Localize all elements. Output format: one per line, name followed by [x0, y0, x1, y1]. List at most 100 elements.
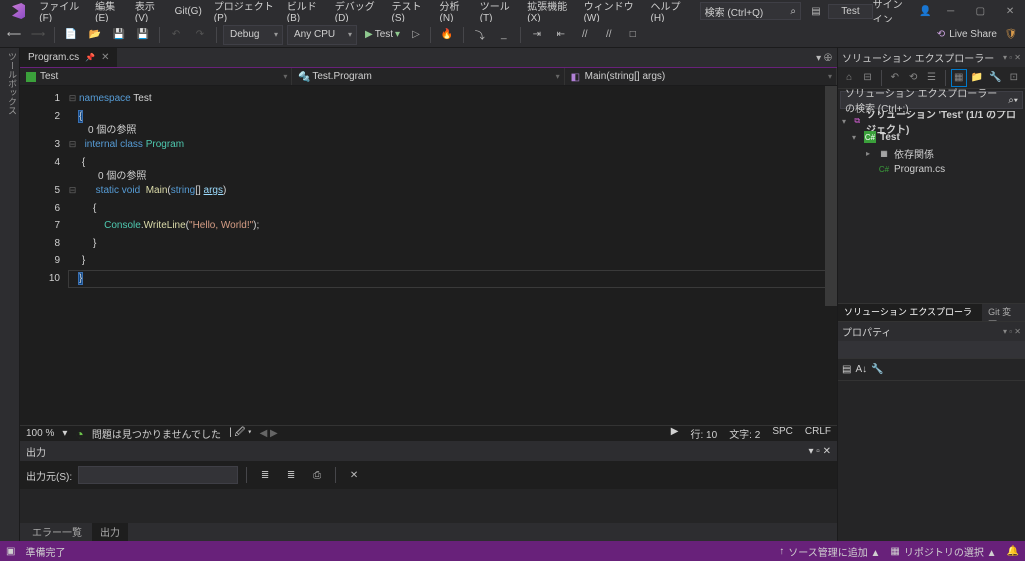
- tree-deps[interactable]: ▸▦依存関係: [838, 145, 1025, 161]
- tab-overflow-icon[interactable]: ▾ 🕀: [811, 48, 837, 68]
- document-tabs: Program.cs 📌 ✕ ▾ 🕀: [20, 48, 837, 68]
- step-icon[interactable]: ⤵: [470, 25, 490, 45]
- fold-icon[interactable]: ⊟: [68, 182, 77, 200]
- bookmark-icon[interactable]: □: [623, 25, 643, 45]
- start-debug-button[interactable]: ▶ Test ▾: [361, 29, 404, 40]
- output-text[interactable]: [20, 489, 837, 523]
- preview-icon[interactable]: ⊡: [1007, 70, 1021, 86]
- nav-class[interactable]: 🔩Test.Program: [292, 68, 564, 85]
- hot-reload-icon[interactable]: 🔥: [437, 25, 457, 45]
- scrollbar[interactable]: [825, 86, 837, 306]
- group-icon[interactable]: ☰: [924, 70, 938, 86]
- editor-column: Program.cs 📌 ✕ ▾ 🕀 Test 🔩Test.Program ◧M…: [20, 48, 837, 541]
- vs-logo-icon: [12, 3, 25, 19]
- open-icon[interactable]: 📂: [85, 25, 105, 45]
- select-repo[interactable]: ▦ リポジトリの選択 ▲: [890, 544, 996, 559]
- line-indicator[interactable]: 行: 10: [691, 426, 718, 441]
- nav-method[interactable]: ◧Main(string[] args): [565, 68, 837, 85]
- props-object-combo[interactable]: [838, 341, 1025, 359]
- code-content[interactable]: ⊟namespace Test { 0 個の参照 ⊟ internal clas…: [68, 86, 837, 425]
- properties-icon[interactable]: 🔧: [988, 70, 1002, 86]
- side-toolbox-tabs[interactable]: ツールボックス: [0, 48, 20, 541]
- health-icon: ◔: [75, 426, 83, 442]
- zoom-level[interactable]: 100 %: [26, 428, 54, 439]
- close-tab-icon[interactable]: ✕: [101, 52, 109, 63]
- add-to-source-control[interactable]: ↑ ソース管理に追加 ▲: [779, 544, 880, 559]
- properties-grid[interactable]: [838, 381, 1025, 541]
- output-source-combo[interactable]: [78, 466, 238, 484]
- output-find-icon[interactable]: ⎙: [307, 465, 327, 485]
- solution-tree[interactable]: ▾⧉ソリューション 'Test' (1/1 のプロジェクト) ▾C#Test ▸…: [838, 111, 1025, 303]
- comment-icon[interactable]: //: [575, 25, 595, 45]
- save-icon[interactable]: 💾: [109, 25, 129, 45]
- global-search-input[interactable]: 検索 (Ctrl+Q) ⌕: [700, 2, 801, 20]
- indent-icon[interactable]: ⇥: [527, 25, 547, 45]
- main-area: ツールボックス Program.cs 📌 ✕ ▾ 🕀 Test 🔩Test.Pr…: [0, 48, 1025, 541]
- start-nodebug-button[interactable]: ▷: [408, 29, 424, 40]
- tab-output[interactable]: 出力: [92, 523, 128, 541]
- minimize-button[interactable]: ─: [940, 1, 962, 21]
- pin-icon[interactable]: ▾ ▫ ✕: [1003, 53, 1021, 62]
- config-combo[interactable]: Debug: [223, 25, 283, 45]
- categorize-icon[interactable]: ▤: [842, 364, 851, 375]
- nav-project[interactable]: Test: [20, 68, 292, 85]
- deps-icon: ▦: [878, 147, 890, 159]
- admin-icon[interactable]: 🛡: [1001, 25, 1021, 45]
- clear-output-icon[interactable]: ≣: [255, 465, 275, 485]
- prop-pages-icon[interactable]: 🔧: [871, 364, 883, 375]
- eol-mode[interactable]: CRLF: [805, 426, 831, 441]
- char-indicator[interactable]: 文字: 2: [729, 426, 760, 441]
- output-toolbar: 出力元(S): ≣ ≣ ⎙ ✕: [20, 461, 837, 489]
- tab-solution-explorer[interactable]: ソリューション エクスプローラー: [838, 304, 982, 321]
- platform-combo[interactable]: Any CPU: [287, 25, 357, 45]
- menu-bar: ファイル(F) 編集(E) 表示(V) Git(G) プロジェクト(P) ビルド…: [0, 0, 1025, 22]
- showall-icon[interactable]: 📁: [970, 70, 984, 86]
- insert-mode[interactable]: SPC: [772, 426, 793, 441]
- collapse-icon[interactable]: ⊟: [860, 70, 874, 86]
- undo-icon[interactable]: ↶: [166, 25, 186, 45]
- liveshare-button[interactable]: ⟲ Live Share: [937, 29, 997, 40]
- nav-fwd-icon[interactable]: ⟶: [28, 25, 48, 45]
- outdent-icon[interactable]: ⇤: [551, 25, 571, 45]
- alphabetical-icon[interactable]: A↓: [855, 364, 867, 375]
- bottom-panel-tabs: エラー一覧 出力: [20, 523, 837, 541]
- toggle-wrap-icon[interactable]: ≣: [281, 465, 301, 485]
- tab-program-cs[interactable]: Program.cs 📌 ✕: [20, 48, 117, 67]
- notifications-icon[interactable]: 🔔: [1007, 546, 1019, 557]
- tree-program-cs[interactable]: C#Program.cs: [838, 161, 1025, 177]
- nav-back-icon[interactable]: ⟵: [4, 25, 24, 45]
- tree-solution-rootননন[interactable]: ▾⧉ソリューション 'Test' (1/1 のプロジェクト): [838, 113, 1025, 129]
- output-window-icon[interactable]: ▣: [6, 546, 15, 557]
- tab-error-list[interactable]: エラー一覧: [24, 523, 90, 541]
- sync-icon[interactable]: ⟲: [906, 70, 920, 86]
- account-icon[interactable]: 👤: [919, 6, 931, 17]
- search-icon: ⌕▾: [1008, 95, 1018, 106]
- close-button[interactable]: ✕: [999, 1, 1021, 21]
- clear-all-icon[interactable]: ✕: [344, 465, 364, 485]
- fold-icon[interactable]: ⊟: [68, 136, 77, 154]
- code-editor[interactable]: 1 2 3 4 5 6 7 8 9 10 ⊟namespace Test { 0…: [20, 86, 837, 425]
- uncomment-icon[interactable]: //: [599, 25, 619, 45]
- pin-panel-icon[interactable]: ▾ ▫ ✕: [809, 446, 832, 457]
- pin-icon[interactable]: 📌: [85, 53, 95, 62]
- preview-icon[interactable]: ▤: [808, 1, 825, 21]
- tab-git-changes[interactable]: Git 変更: [982, 304, 1025, 321]
- save-all-icon[interactable]: 💾: [133, 25, 153, 45]
- maximize-button[interactable]: ▢: [970, 1, 992, 21]
- solution-icon: ⧉: [852, 115, 862, 127]
- fold-icon[interactable]: ⊟: [68, 90, 77, 108]
- solution-name-button[interactable]: Test: [828, 4, 872, 19]
- back-icon[interactable]: ↶: [888, 70, 902, 86]
- filter-icon[interactable]: ▦: [952, 70, 966, 86]
- solution-search-input[interactable]: ソリューション エクスプローラー の検索 (Ctrl+;)⌕▾: [840, 91, 1023, 109]
- line-gutter: 1 2 3 4 5 6 7 8 9 10: [20, 86, 68, 425]
- redo-icon[interactable]: ↷: [190, 25, 210, 45]
- output-from-label: 出力元(S):: [26, 468, 72, 483]
- menu-git[interactable]: Git(G): [169, 3, 208, 20]
- new-file-icon[interactable]: 📄: [61, 25, 81, 45]
- tab-label: Program.cs: [28, 52, 79, 63]
- breakpoint-icon[interactable]: _: [494, 25, 514, 45]
- pin-icon[interactable]: ▾ ▫ ✕: [1003, 327, 1021, 336]
- properties-title: プロパティ ▾ ▫ ✕: [838, 322, 1025, 341]
- home-icon[interactable]: ⌂: [842, 70, 856, 86]
